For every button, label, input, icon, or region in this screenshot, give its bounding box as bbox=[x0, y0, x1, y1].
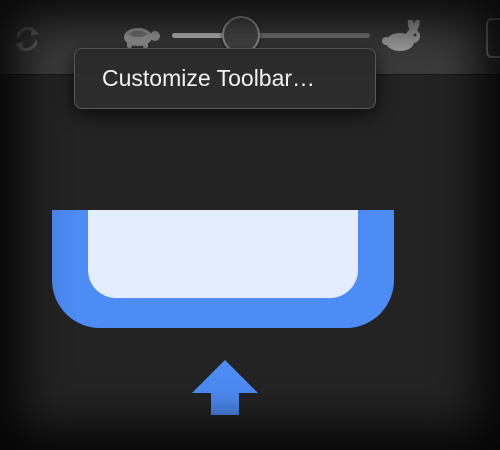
turtle-icon bbox=[124, 28, 160, 48]
sidebar-toggle-button[interactable] bbox=[486, 18, 500, 58]
tray-inner bbox=[88, 210, 358, 298]
refresh-icon[interactable] bbox=[10, 22, 44, 56]
upload-arrow-icon bbox=[192, 360, 258, 415]
app-window: Customize Toolbar… bbox=[0, 0, 500, 450]
drop-target-illustration bbox=[52, 210, 394, 415]
rabbit-icon bbox=[382, 20, 420, 51]
menu-item-customize-toolbar[interactable]: Customize Toolbar… bbox=[75, 49, 375, 108]
context-menu: Customize Toolbar… bbox=[74, 48, 376, 109]
speed-slider[interactable] bbox=[172, 33, 370, 38]
